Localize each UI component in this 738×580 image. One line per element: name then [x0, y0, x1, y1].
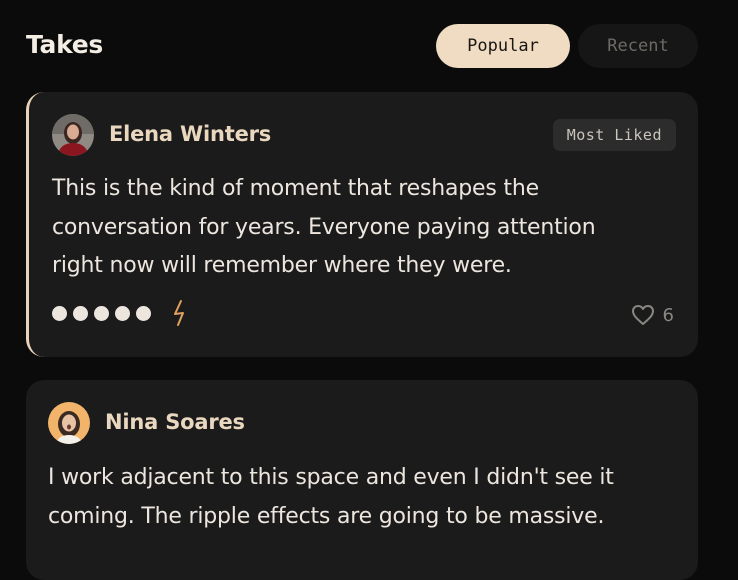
- heart-outline-icon: [631, 305, 654, 325]
- rating-dot: [94, 306, 109, 321]
- take-text: I work adjacent to this space and even I…: [48, 465, 614, 529]
- take-card[interactable]: Elena Winters Most Liked This is the kin…: [26, 92, 698, 357]
- take-text: This is the kind of moment that reshapes…: [52, 176, 596, 278]
- author-name[interactable]: Elena Winters: [109, 122, 271, 146]
- author-name[interactable]: Nina Soares: [105, 410, 245, 434]
- sort-tabs: Popular Recent: [436, 24, 698, 68]
- take-card[interactable]: Nina Soares I work adjacent to this spac…: [26, 380, 698, 580]
- lightning-bolt-icon: [174, 300, 184, 326]
- takes-header: Takes Popular Recent: [26, 24, 698, 70]
- most-liked-badge: Most Liked: [552, 119, 676, 151]
- section-title: Takes: [26, 30, 103, 59]
- rating-dot: [136, 306, 151, 321]
- avatar[interactable]: [48, 402, 90, 444]
- tab-popular[interactable]: Popular: [436, 24, 570, 68]
- like-count: 6: [662, 304, 674, 326]
- rating-dots: [52, 306, 151, 321]
- tab-recent[interactable]: Recent: [578, 24, 698, 68]
- rating-dot: [115, 306, 130, 321]
- avatar[interactable]: [52, 114, 94, 156]
- like-button[interactable]: 6: [631, 304, 674, 326]
- rating-dot: [52, 306, 67, 321]
- rating-dot: [73, 306, 88, 321]
